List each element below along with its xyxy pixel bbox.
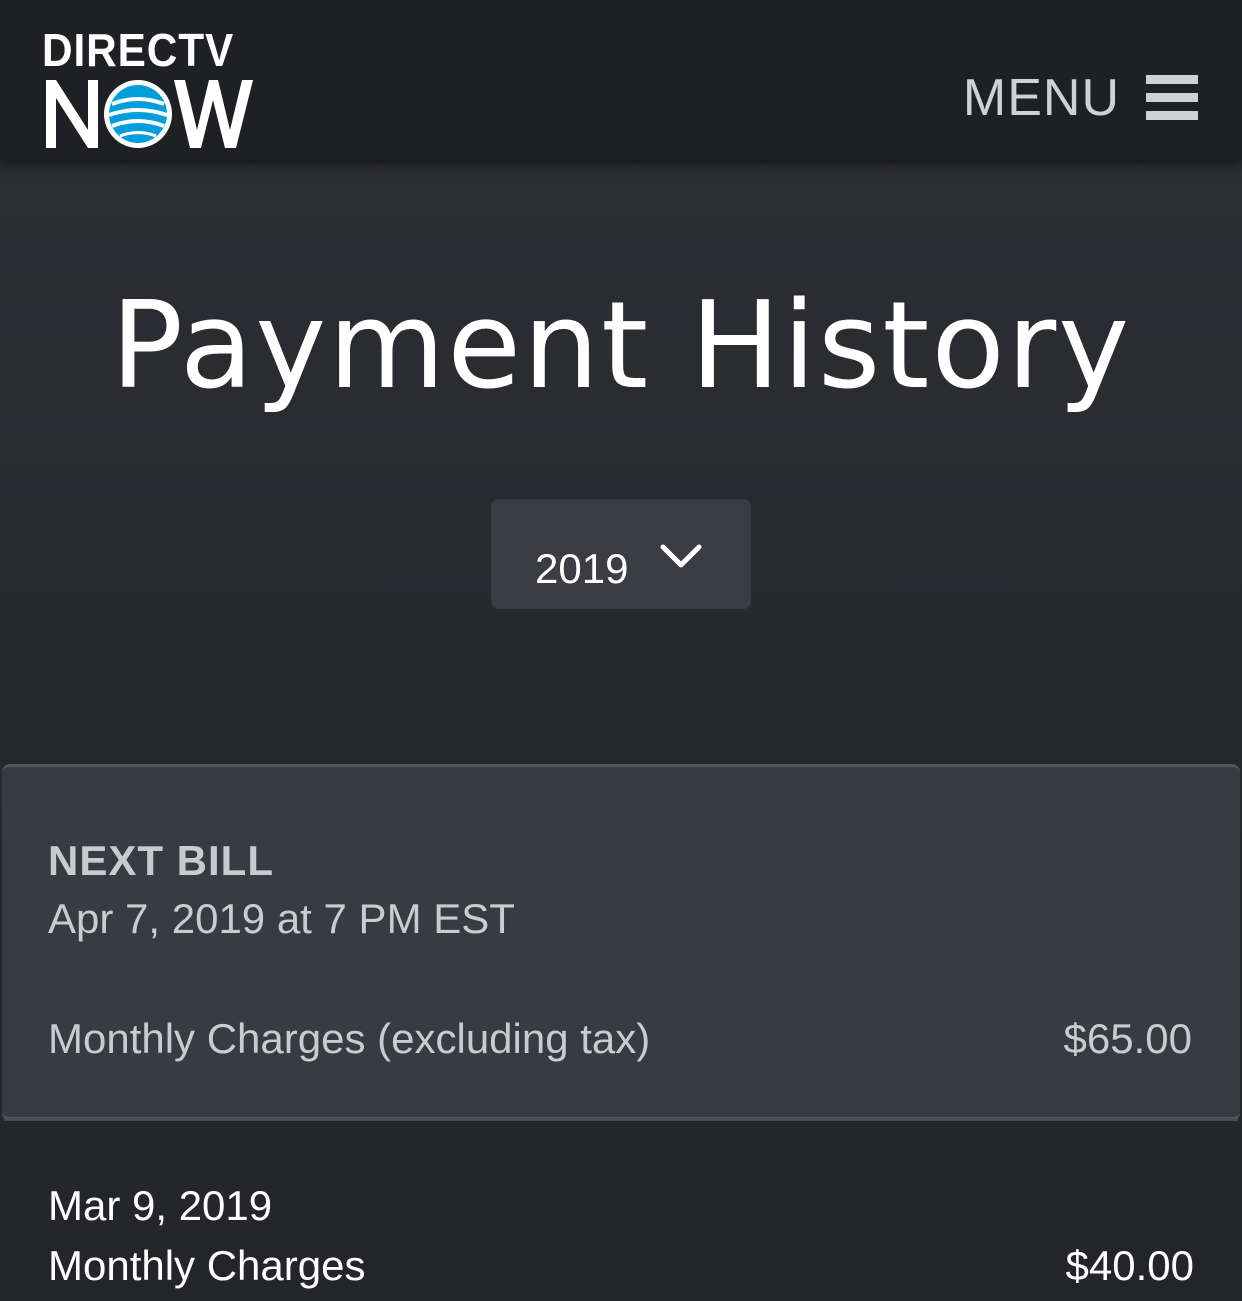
section-divider [4, 1118, 1238, 1121]
logo-now-graphic [46, 80, 253, 148]
directv-now-logo[interactable]: DIRECTV [42, 26, 258, 152]
next-bill-card: NEXT BILL Apr 7, 2019 at 7 PM EST Monthl… [2, 764, 1240, 1121]
year-dropdown[interactable]: 2019 [491, 499, 751, 609]
payment-history-row[interactable]: Mar 9, 2019 Monthly Charges $40.00 [0, 1130, 1242, 1301]
payment-history-page: DIRECTV MENU Payment History 2019 NEXT B… [0, 0, 1242, 1301]
payment-description: Monthly Charges [48, 1242, 366, 1289]
logo-wordmark-top: DIRECTV [42, 24, 235, 76]
next-bill-charge-label: Monthly Charges (excluding tax) [48, 1015, 651, 1062]
year-selected-value: 2019 [535, 545, 629, 592]
next-bill-heading: NEXT BILL [48, 837, 274, 884]
menu-button[interactable]: MENU [963, 68, 1198, 128]
next-bill-charge-amount: $65.00 [1063, 1015, 1192, 1062]
payment-date: Mar 9, 2019 [48, 1182, 273, 1229]
chevron-down-icon [660, 544, 702, 568]
hamburger-icon [1146, 75, 1198, 121]
logo-wordmark-bottom [42, 74, 258, 152]
page-title: Payment History [110, 277, 1132, 416]
top-header: DIRECTV MENU [0, 0, 1242, 160]
menu-label: MENU [962, 69, 1120, 127]
next-bill-date: Apr 7, 2019 at 7 PM EST [48, 895, 515, 942]
payment-amount: $40.00 [1065, 1242, 1194, 1289]
